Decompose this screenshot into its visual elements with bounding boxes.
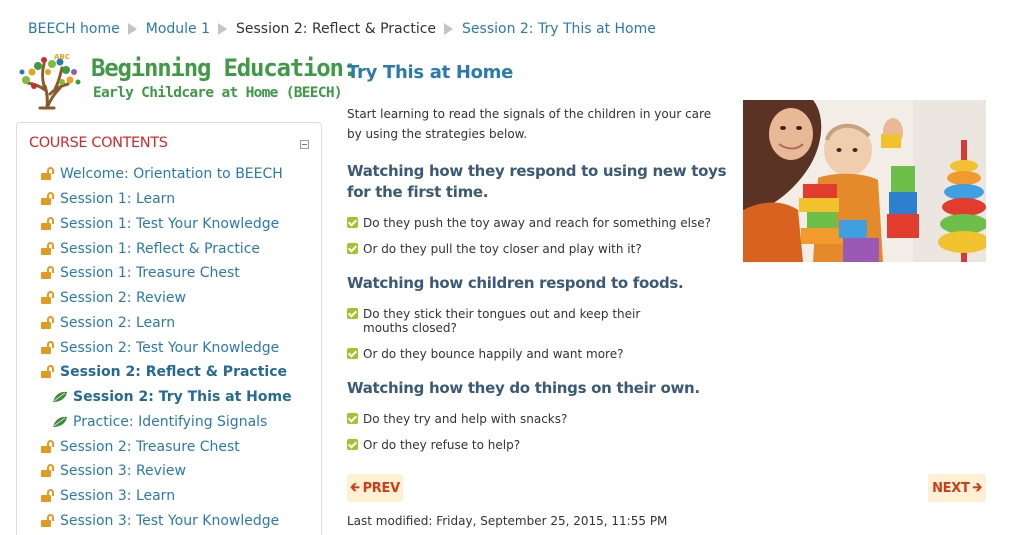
- toc-item-welcome[interactable]: Welcome: Orientation to BEECH: [41, 162, 292, 187]
- toc-item-label: Session 1: Reflect & Practice: [60, 240, 261, 257]
- page-title: Try This at Home: [347, 62, 514, 83]
- course-contents-list: Welcome: Orientation to BEECH Session 1:…: [41, 162, 292, 533]
- intro-text: Start learning to read the signals of th…: [347, 107, 712, 141]
- toc-item-label: Session 2: Test Your Knowledge: [60, 339, 280, 356]
- checkbox-checked-icon: [347, 348, 358, 359]
- tree-logo-icon: ABC: [19, 53, 81, 110]
- next-button[interactable]: NEXT 🡲: [928, 474, 986, 502]
- toc-item-label: Session 1: Treasure Chest: [60, 265, 240, 282]
- lock-open-icon: [41, 439, 55, 454]
- toc-item-label: Session 2: Review: [60, 290, 186, 307]
- toc-item-session2-learn[interactable]: Session 2: Learn: [41, 311, 292, 336]
- arrow-left-icon: 🡰: [350, 479, 360, 494]
- toc-item-session3-learn[interactable]: Session 3: Learn: [41, 484, 292, 509]
- toc-item-session1-reflect[interactable]: Session 1: Reflect & Practice: [41, 236, 292, 261]
- toc-item-label: Session 1: Learn: [60, 191, 176, 208]
- toc-item-session1-learn[interactable]: Session 1: Learn: [41, 187, 292, 212]
- lock-open-icon: [41, 489, 55, 503]
- toc-item-session2-test[interactable]: Session 2: Test Your Knowledge: [41, 335, 292, 360]
- checklist-item-text: Do they stick their tongues out and keep…: [363, 307, 641, 335]
- lock-open-icon: [41, 192, 55, 206]
- collapse-panel-button[interactable]: [300, 140, 309, 149]
- lock-open-icon: [41, 291, 55, 305]
- breadcrumb-separator-icon: [444, 23, 454, 35]
- toc-item-label: Practice: Identifying Signals: [73, 413, 268, 430]
- checklist-item: Do they stick their tongues out and keep…: [347, 307, 687, 335]
- toc-item-label: Session 2: Learn: [60, 314, 176, 331]
- site-logo[interactable]: ABC Beginning Education: Early Childcare…: [14, 50, 357, 112]
- toc-item-session1-test[interactable]: Session 1: Test Your Knowledge: [41, 212, 292, 237]
- toc-item-practice-signals[interactable]: Practice: Identifying Signals: [41, 410, 292, 435]
- breadcrumb-module-link[interactable]: Module 1: [146, 21, 210, 37]
- breadcrumb-section: Session 2: Reflect & Practice: [236, 21, 437, 37]
- checklist-item-text: Do they push the toy away and reach for …: [363, 216, 712, 230]
- prev-button-label: PREV: [362, 480, 401, 496]
- checkbox-checked-icon: [347, 439, 358, 450]
- logo-title: Beginning Education:: [91, 54, 357, 82]
- toc-item-session2-review[interactable]: Session 2: Review: [41, 286, 292, 311]
- logo-badge: ABC: [54, 53, 70, 61]
- toc-item-label: Session 1: Test Your Knowledge: [60, 215, 280, 232]
- checklist-item-text: Or do they pull the toy closer and play …: [363, 242, 642, 256]
- next-button-label: NEXT: [932, 480, 970, 496]
- checklist-item: Or do they pull the toy closer and play …: [347, 242, 717, 256]
- toc-item-session2-treasure[interactable]: Session 2: Treasure Chest: [41, 434, 292, 459]
- prev-button[interactable]: 🡰 PREV: [347, 474, 403, 502]
- course-contents-panel: COURSE CONTENTS Welcome: Orientation to …: [16, 122, 322, 535]
- toc-item-label: Session 3: Learn: [60, 488, 176, 505]
- lock-open-icon: [41, 513, 55, 528]
- logo-subtitle: Early Childcare at Home (BEECH): [93, 85, 343, 101]
- lock-open-icon: [41, 340, 55, 355]
- toc-item-label: Welcome: Orientation to BEECH: [60, 166, 283, 183]
- checkbox-checked-icon: [347, 217, 358, 228]
- toc-item-session3-test[interactable]: Session 3: Test Your Knowledge: [41, 509, 292, 534]
- toc-item-session2-try-at-home[interactable]: Session 2: Try This at Home: [41, 385, 292, 410]
- toc-item-session2-reflect[interactable]: Session 2: Reflect & Practice: [41, 360, 292, 385]
- breadcrumb-separator-icon: [218, 23, 228, 35]
- toc-item-label: Session 3: Review: [60, 463, 186, 480]
- leaf-icon: [53, 416, 67, 427]
- lock-open-icon: [41, 241, 55, 256]
- checklist-item: Do they try and help with snacks?: [347, 412, 717, 426]
- course-contents-title: COURSE CONTENTS: [29, 135, 168, 151]
- toc-item-label: Session 2: Reflect & Practice: [60, 364, 288, 381]
- leaf-icon: [53, 391, 67, 403]
- checklist-item: Or do they bounce happily and want more?: [347, 347, 717, 361]
- checkbox-checked-icon: [347, 413, 358, 424]
- lock-open-icon: [41, 216, 55, 231]
- checkbox-checked-icon: [347, 243, 358, 254]
- breadcrumb-separator-icon: [127, 23, 137, 35]
- checklist-item-text: Or do they bounce happily and want more?: [363, 347, 624, 361]
- lock-open-icon: [41, 266, 55, 280]
- arrow-right-icon: 🡲: [972, 479, 983, 494]
- checklist-item: Do they push the toy away and reach for …: [347, 216, 717, 230]
- lock-open-icon: [41, 365, 55, 379]
- lock-open-icon: [41, 315, 55, 330]
- lock-open-icon: [41, 167, 55, 181]
- toc-item-label: Session 2: Try This at Home: [73, 389, 292, 406]
- toc-item-session1-treasure[interactable]: Session 1: Treasure Chest: [41, 261, 292, 286]
- breadcrumb-home-link[interactable]: BEECH home: [28, 21, 120, 37]
- toc-item-label: Session 2: Treasure Chest: [60, 438, 240, 455]
- checklist-item-text: Do they try and help with snacks?: [363, 412, 568, 426]
- breadcrumb: BEECH home Module 1 Session 2: Reflect &…: [28, 19, 656, 39]
- lock-open-icon: [41, 464, 55, 478]
- toc-item-session3-review[interactable]: Session 3: Review: [41, 459, 292, 484]
- checkbox-checked-icon: [347, 308, 358, 319]
- section-heading-foods: Watching how children respond to foods.: [347, 274, 684, 292]
- section-heading-own: Watching how they do things on their own…: [347, 379, 700, 397]
- last-modified-text: Last modified: Friday, September 25, 201…: [347, 514, 668, 528]
- section-heading-toys: Watching how they respond to using new t…: [347, 162, 727, 201]
- toc-item-label: Session 3: Test Your Knowledge: [60, 512, 280, 529]
- breadcrumb-page-link[interactable]: Session 2: Try This at Home: [462, 21, 656, 37]
- mother-baby-toys-photo: [743, 100, 986, 262]
- checklist-item-text: Or do they refuse to help?: [363, 438, 521, 452]
- checklist-item: Or do they refuse to help?: [347, 438, 717, 452]
